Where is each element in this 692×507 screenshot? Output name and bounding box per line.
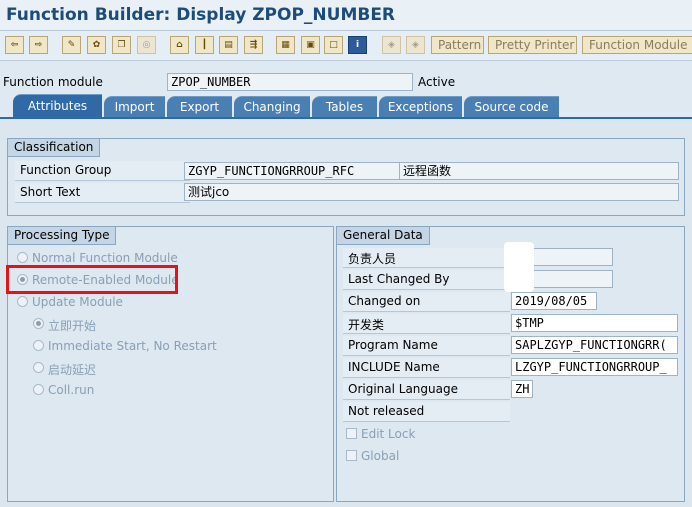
processing-type-title: Processing Type	[8, 227, 117, 245]
back-arrow-icon[interactable]: ⇦	[5, 36, 24, 54]
original-language-field[interactable]: ZH	[511, 380, 533, 398]
check-icon[interactable]: ▤	[219, 36, 238, 54]
global-checkbox[interactable]	[346, 450, 357, 461]
delayed-start-label: 启动延迟	[48, 363, 97, 377]
pattern-icon[interactable]: ◈	[382, 36, 401, 54]
immediate-no-restart-label: Immediate Start, No Restart	[48, 339, 217, 353]
general-data-title: General Data	[337, 227, 430, 245]
print-icon[interactable]: ▣	[301, 36, 320, 54]
function-module-field[interactable]: ZPOP_NUMBER	[167, 73, 413, 91]
normal-function-label: Normal Function Module	[32, 251, 178, 265]
include-name-label: INCLUDE Name	[343, 358, 510, 378]
original-language-label: Original Language	[343, 380, 510, 400]
tab-source-code[interactable]: Source code	[464, 96, 559, 117]
update-module-label: Update Module	[32, 295, 123, 309]
classification-group: Classification Function Group ZGYP_FUNCT…	[7, 138, 685, 216]
program-name-field[interactable]: SAPLZGYP_FUNCTIONGRR(	[511, 336, 678, 354]
copy-icon[interactable]: ❐	[112, 36, 131, 54]
edit-lock-label: Edit Lock	[361, 427, 416, 441]
tab-tables[interactable]: Tables	[312, 96, 377, 117]
status-text: Active	[418, 75, 456, 89]
immediate-no-restart-radio[interactable]	[33, 340, 44, 351]
edit-lock-checkbox[interactable]	[346, 428, 357, 439]
delayed-start-radio[interactable]	[33, 362, 44, 373]
tab-attributes[interactable]: Attributes	[13, 94, 102, 117]
function-module-label: Function module	[3, 75, 103, 89]
tab-changing[interactable]: Changing	[234, 96, 310, 117]
normal-function-radio[interactable]	[17, 252, 28, 263]
remote-enabled-highlight	[6, 265, 178, 294]
immediate-start-label: 立即开始	[48, 319, 97, 333]
display-change-icon[interactable]: ✎	[62, 36, 81, 54]
short-text-label: Short Text	[15, 183, 190, 203]
coll-run-radio[interactable]	[33, 384, 44, 395]
dev-class-label: 开发类	[343, 314, 510, 334]
tab-import[interactable]: Import	[104, 96, 165, 117]
responsible-label: 负责人员	[343, 248, 510, 268]
last-changed-by-label: Last Changed By	[343, 270, 510, 290]
release-status: Not released	[343, 402, 510, 422]
function-module-doc-button[interactable]: Function Module De	[582, 36, 692, 54]
test-icon[interactable]: ⇶	[244, 36, 263, 54]
where-used-icon[interactable]: ◎	[137, 36, 156, 54]
forward-arrow-icon[interactable]: ⇨	[29, 36, 48, 54]
dev-class-field[interactable]: $TMP	[511, 314, 678, 332]
application-toolbar: ⇦ ⇨ ✎ ✿ ❐ ◎ ⌂ ┃ ▤ ⇶ ▦ ▣ □ i ◈ ◈ Pattern …	[0, 31, 692, 61]
pretty-printer-icon[interactable]: ◈	[406, 36, 425, 54]
hierarchy-icon[interactable]: ▦	[276, 36, 295, 54]
breakpoint-icon[interactable]: ┃	[195, 36, 214, 54]
function-group-description: 远程函数	[399, 162, 679, 180]
short-text-field[interactable]: 测试jco	[184, 183, 679, 201]
include-name-field[interactable]: LZGYP_FUNCTIONGRROUP_	[511, 358, 678, 376]
program-name-label: Program Name	[343, 336, 510, 356]
title-bar: Function Builder: Display ZPOP_NUMBER	[0, 0, 692, 31]
other-object-icon[interactable]: ⌂	[170, 36, 189, 54]
pretty-printer-button[interactable]: Pretty Printer	[488, 36, 577, 54]
update-module-radio[interactable]	[17, 296, 28, 307]
changed-on-field[interactable]: 2019/08/05	[511, 292, 597, 310]
tab-exceptions[interactable]: Exceptions	[379, 96, 462, 117]
coll-run-label: Coll.run	[48, 383, 95, 397]
global-label: Global	[361, 449, 400, 463]
function-group-field[interactable]: ZGYP_FUNCTIONGRROUP_RFC	[184, 162, 404, 180]
info-icon[interactable]: i	[348, 36, 367, 54]
changed-on-label: Changed on	[343, 292, 510, 312]
window-title: Function Builder: Display ZPOP_NUMBER	[6, 5, 396, 25]
activate-icon[interactable]: ✿	[87, 36, 106, 54]
tab-export[interactable]: Export	[167, 96, 232, 117]
classification-title: Classification	[8, 139, 101, 157]
frame-icon[interactable]: □	[324, 36, 343, 54]
immediate-start-radio[interactable]	[33, 318, 44, 329]
redaction-blot	[504, 242, 534, 292]
pattern-button[interactable]: Pattern	[431, 36, 484, 54]
function-group-label: Function Group	[15, 161, 190, 181]
